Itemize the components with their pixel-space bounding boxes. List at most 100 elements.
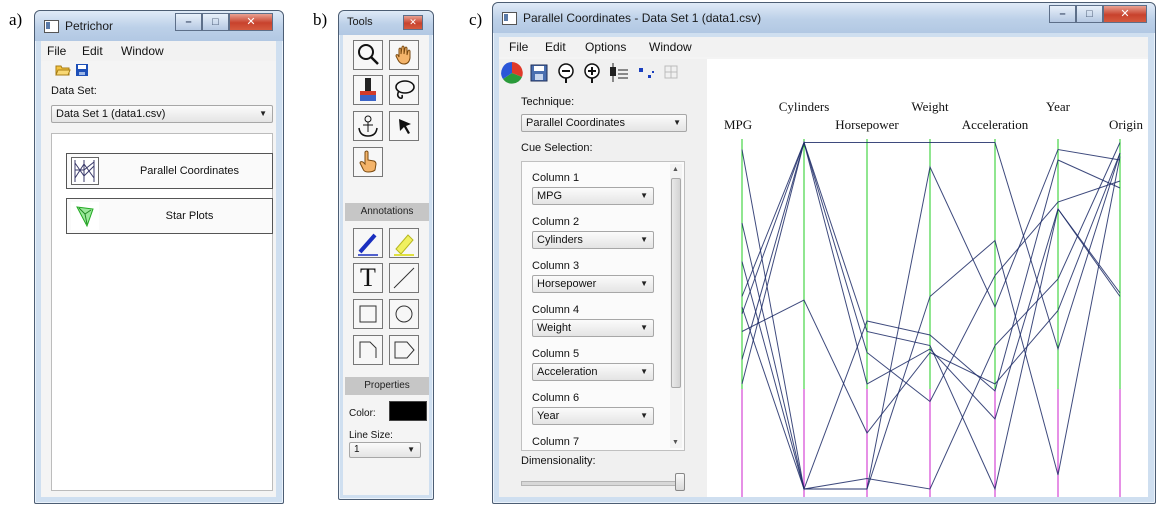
save-disk-icon[interactable] (529, 62, 551, 84)
pointer-tool[interactable] (353, 147, 383, 177)
menu-file[interactable]: File (47, 44, 66, 58)
petrichor-titlebar[interactable]: Petrichor – □ ✕ (35, 11, 283, 41)
rectangle-tool[interactable] (353, 299, 383, 329)
tools-client: Annotations T Properties Color: Line Siz… (343, 35, 429, 495)
hand-pan-icon (395, 45, 411, 65)
scrollbar-thumb[interactable] (671, 178, 681, 388)
dataset-select[interactable]: Data Set 1 (data1.csv) ▼ (51, 105, 273, 123)
pan-tool[interactable] (389, 40, 419, 70)
column-5-select[interactable]: Acceleration ▼ (532, 363, 654, 381)
open-folder-icon[interactable] (55, 63, 71, 77)
axis-adjust-icon[interactable] (607, 62, 629, 84)
pc-title: Parallel Coordinates - Data Set 1 (data1… (523, 11, 762, 25)
menu-file[interactable]: File (509, 40, 528, 54)
column-5-label: Column 5 (532, 348, 580, 360)
column-2-select[interactable]: Cylinders ▼ (532, 231, 654, 249)
column-2-label: Column 2 (532, 216, 580, 228)
record-line-6 (741, 142, 1121, 490)
panel-label-c: c) (469, 10, 483, 29)
dataset-label: Data Set: (51, 85, 97, 97)
column-1-label: Column 1 (532, 172, 580, 184)
arrow-pointer-icon (399, 119, 411, 134)
chevron-down-icon: ▼ (673, 118, 681, 127)
menu-edit[interactable]: Edit (82, 44, 103, 58)
tools-titlebar[interactable]: Tools ✕ (339, 11, 433, 35)
highlighter-icon (394, 234, 414, 256)
maximize-button[interactable]: □ (1076, 5, 1103, 23)
axis-label-cylinders: Cylinders (779, 99, 830, 114)
rectangle-icon (359, 305, 377, 323)
line-tool[interactable] (389, 263, 419, 293)
technique-button-star-plots[interactable]: Star Plots (66, 198, 273, 234)
chevron-down-icon: ▼ (640, 367, 648, 376)
text-tool[interactable]: T (353, 263, 383, 293)
cue-selection-list[interactable]: Column 1 MPG ▼ Column 2 Cylinders ▼ Colu… (521, 161, 685, 451)
column-6-value: Year (537, 410, 560, 422)
column-5-value: Acceleration (537, 366, 598, 378)
pen-tool[interactable] (353, 228, 383, 258)
technique-button-parallel-coordinates[interactable]: Parallel Coordinates (66, 153, 273, 189)
anchor-tool[interactable] (353, 111, 383, 141)
pc-control-panel: Technique: Parallel Coordinates ▼ Cue Se… (499, 59, 707, 497)
column-1-select[interactable]: MPG ▼ (532, 187, 654, 205)
column-4-select[interactable]: Weight ▼ (532, 319, 654, 337)
grid-icon[interactable] (661, 62, 683, 84)
slider-thumb[interactable] (675, 473, 685, 491)
color-wheel-icon[interactable] (501, 62, 523, 84)
panel-label-a: a) (9, 10, 23, 29)
filter-icon[interactable] (555, 62, 577, 84)
scroll-up-arrow-icon[interactable]: ▲ (672, 166, 679, 173)
axis-label-year: Year (1046, 99, 1071, 114)
menu-window[interactable]: Window (649, 40, 692, 54)
scatter-points-icon[interactable] (635, 62, 657, 84)
anchor-icon (358, 115, 378, 137)
minimize-button[interactable]: – (175, 13, 202, 31)
menu-edit[interactable]: Edit (545, 40, 566, 54)
column-6-label: Column 6 (532, 392, 580, 404)
close-button[interactable]: ✕ (229, 13, 273, 31)
cue-list-scrollbar[interactable]: ▲ ▼ (670, 164, 682, 448)
dataset-select-value: Data Set 1 (data1.csv) (56, 108, 166, 120)
axis-label-origin: Origin (1109, 117, 1143, 132)
properties-header: Properties (345, 377, 429, 395)
dimensionality-slider[interactable] (521, 473, 685, 491)
axis-label-weight: Weight (911, 99, 949, 114)
circle-icon (395, 305, 413, 323)
add-filter-icon[interactable] (581, 62, 603, 84)
scroll-down-arrow-icon[interactable]: ▼ (672, 439, 679, 446)
app-window-icon (502, 12, 517, 25)
minimize-button[interactable]: – (1049, 5, 1076, 23)
pc-titlebar[interactable]: Parallel Coordinates - Data Set 1 (data1… (493, 3, 1155, 33)
corner-tool[interactable] (353, 335, 383, 365)
menu-options[interactable]: Options (585, 40, 626, 54)
technique-select[interactable]: Parallel Coordinates ▼ (521, 114, 687, 132)
line-icon (393, 267, 415, 289)
record-line-7 (741, 156, 1121, 490)
record-line-4 (741, 142, 1121, 360)
chevron-down-icon: ▼ (640, 323, 648, 332)
column-6-select[interactable]: Year ▼ (532, 407, 654, 425)
tools-window: Tools ✕ Annotations T Properties Color: … (338, 10, 434, 500)
zoom-tool[interactable] (353, 40, 383, 70)
save-disk-icon[interactable] (75, 63, 89, 77)
line-size-select[interactable]: 1 ▼ (349, 442, 421, 458)
close-button[interactable]: ✕ (1103, 5, 1147, 23)
technique-select-value: Parallel Coordinates (526, 117, 626, 129)
menu-window[interactable]: Window (121, 44, 164, 58)
parallel-coordinates-plot[interactable]: MPG Cylinders Horsepower Weight Acceleration… (707, 59, 1148, 497)
tools-close-button[interactable]: ✕ (403, 15, 423, 30)
parallel-coordinates-icon (71, 157, 99, 185)
technique-label-parallel-coordinates: Parallel Coordinates (139, 165, 240, 177)
highlighter-tool[interactable] (389, 228, 419, 258)
tag-shape-tool[interactable] (389, 335, 419, 365)
color-label: Color: (349, 408, 376, 419)
lasso-tool[interactable] (389, 75, 419, 105)
chevron-down-icon: ▼ (407, 445, 415, 454)
maximize-button[interactable]: □ (202, 13, 229, 31)
circle-tool[interactable] (389, 299, 419, 329)
chevron-down-icon: ▼ (640, 235, 648, 244)
brush-tool[interactable] (353, 75, 383, 105)
color-swatch[interactable] (389, 401, 427, 421)
select-tool[interactable] (389, 111, 419, 141)
column-3-select[interactable]: Horsepower ▼ (532, 275, 654, 293)
